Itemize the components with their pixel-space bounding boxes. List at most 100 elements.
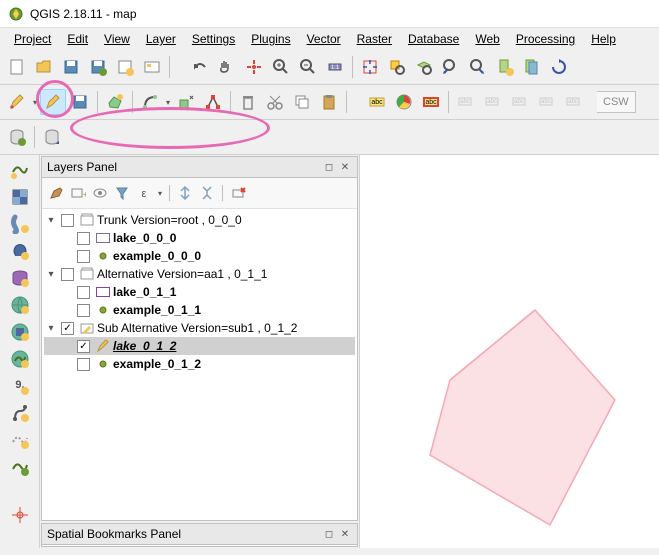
layer-collapse-button[interactable] (197, 183, 217, 203)
tree-layer-row[interactable]: lake_0_1_1 (44, 283, 355, 301)
db-tool-1[interactable] (4, 124, 30, 150)
node-tool-button[interactable] (200, 89, 226, 115)
add-wcs-button[interactable] (7, 319, 33, 345)
undo-button[interactable] (187, 54, 213, 80)
new-bookmark-button[interactable] (492, 54, 518, 80)
layer-expand-button[interactable] (175, 183, 195, 203)
layer-checkbox[interactable] (77, 286, 90, 299)
move-label-button[interactable]: abc (507, 89, 533, 115)
layer-style-button[interactable] (46, 183, 66, 203)
save-layer-edits-button[interactable] (67, 89, 93, 115)
panel-undock-button[interactable]: ◻ (322, 160, 336, 174)
panel-close-button[interactable]: ✕ (338, 160, 352, 174)
new-composer-button[interactable] (112, 54, 138, 80)
diagram-tool-button[interactable] (391, 89, 417, 115)
layer-checkbox[interactable] (77, 304, 90, 317)
db-tool-2[interactable] (39, 124, 65, 150)
delete-selected-button[interactable] (235, 89, 261, 115)
zoom-selection-button[interactable] (384, 54, 410, 80)
menu-vector[interactable]: Vector (299, 30, 349, 48)
expander-icon[interactable]: ▾ (44, 321, 58, 335)
tree-group-row[interactable]: ▾ Alternative Version=aa1 , 0_1_1 (44, 265, 355, 283)
current-edits-dropdown[interactable] (31, 89, 39, 115)
add-virtual-button[interactable] (7, 427, 33, 453)
layer-filter-button[interactable] (112, 183, 132, 203)
pan-to-selection-button[interactable] (241, 54, 267, 80)
tree-layer-row[interactable]: example_0_1_2 (44, 355, 355, 373)
map-canvas[interactable] (360, 155, 659, 548)
panel-undock-button[interactable]: ◻ (322, 527, 336, 541)
menu-database[interactable]: Database (400, 30, 467, 48)
group-checkbox[interactable] (61, 214, 74, 227)
add-feature-button[interactable] (102, 89, 128, 115)
copy-features-button[interactable] (289, 89, 315, 115)
add-delimited-button[interactable] (7, 400, 33, 426)
zoom-next-button[interactable] (465, 54, 491, 80)
tree-group-row[interactable]: ▾ Trunk Version=root , 0_0_0 (44, 211, 355, 229)
layer-checkbox[interactable] (77, 250, 90, 263)
open-project-button[interactable] (31, 54, 57, 80)
add-circular-button[interactable] (137, 89, 163, 115)
tree-group-row[interactable]: ▾ Sub Alternative Version=sub1 , 0_1_2 (44, 319, 355, 337)
add-spatialite-button[interactable] (7, 211, 33, 237)
layers-tree[interactable]: ▾ Trunk Version=root , 0_0_0 lake_0_0_0 … (42, 209, 357, 520)
add-wfs-button[interactable] (7, 346, 33, 372)
layer-checkbox[interactable] (77, 340, 90, 353)
tree-layer-row[interactable]: example_0_0_0 (44, 247, 355, 265)
show-bookmarks-button[interactable] (519, 54, 545, 80)
zoom-layer-button[interactable] (411, 54, 437, 80)
new-project-button[interactable] (4, 54, 30, 80)
tree-layer-row[interactable]: lake_0_0_0 (44, 229, 355, 247)
layer-expression-button[interactable]: ε (134, 183, 154, 203)
panel-close-button[interactable]: ✕ (338, 527, 352, 541)
zoom-native-button[interactable]: 1:1 (322, 54, 348, 80)
highlight-label-button[interactable]: abc (418, 89, 444, 115)
label-tool-button[interactable]: abc (364, 89, 390, 115)
group-checkbox[interactable] (61, 268, 74, 281)
menu-view[interactable]: View (96, 30, 138, 48)
refresh-button[interactable] (546, 54, 572, 80)
menu-layer[interactable]: Layer (138, 30, 184, 48)
new-shapefile-button[interactable] (7, 454, 33, 480)
menu-help[interactable]: Help (583, 30, 624, 48)
circular-dropdown[interactable] (164, 89, 172, 115)
zoom-out-button[interactable] (295, 54, 321, 80)
add-vector-button[interactable] (7, 157, 33, 183)
add-postgis-button[interactable] (7, 238, 33, 264)
composer-manager-button[interactable] (139, 54, 165, 80)
move-feature-button[interactable] (173, 89, 199, 115)
layer-visibility-button[interactable] (90, 183, 110, 203)
pin-label-button[interactable]: abc (453, 89, 479, 115)
pan-button[interactable] (214, 54, 240, 80)
change-label-button[interactable]: abc (561, 89, 587, 115)
layer-add-group-button[interactable]: + (68, 183, 88, 203)
zoom-last-button[interactable] (438, 54, 464, 80)
menu-project[interactable]: Project (6, 30, 59, 48)
tree-layer-row[interactable]: example_0_1_1 (44, 301, 355, 319)
menu-edit[interactable]: Edit (59, 30, 96, 48)
save-as-button[interactable] (85, 54, 111, 80)
menu-raster[interactable]: Raster (349, 30, 400, 48)
layer-expression-dropdown[interactable] (156, 180, 164, 206)
add-csv-button[interactable]: 9, (7, 373, 33, 399)
menu-plugins[interactable]: Plugins (243, 30, 298, 48)
menu-web[interactable]: Web (467, 30, 507, 48)
zoom-in-button[interactable] (268, 54, 294, 80)
gps-button[interactable] (7, 502, 33, 528)
current-edits-button[interactable] (4, 89, 30, 115)
paste-features-button[interactable] (316, 89, 342, 115)
group-checkbox[interactable] (61, 322, 74, 335)
menu-processing[interactable]: Processing (508, 30, 583, 48)
expander-icon[interactable]: ▾ (44, 213, 58, 227)
show-label-button[interactable]: abc (480, 89, 506, 115)
layer-checkbox[interactable] (77, 358, 90, 371)
cut-features-button[interactable] (262, 89, 288, 115)
rotate-label-button[interactable]: abc (534, 89, 560, 115)
add-raster-button[interactable] (7, 184, 33, 210)
toggle-editing-button[interactable] (40, 89, 66, 115)
save-project-button[interactable] (58, 54, 84, 80)
menu-settings[interactable]: Settings (184, 30, 243, 48)
tree-layer-row[interactable]: lake_0_1_2 (44, 337, 355, 355)
zoom-full-button[interactable] (357, 54, 383, 80)
expander-icon[interactable]: ▾ (44, 267, 58, 281)
